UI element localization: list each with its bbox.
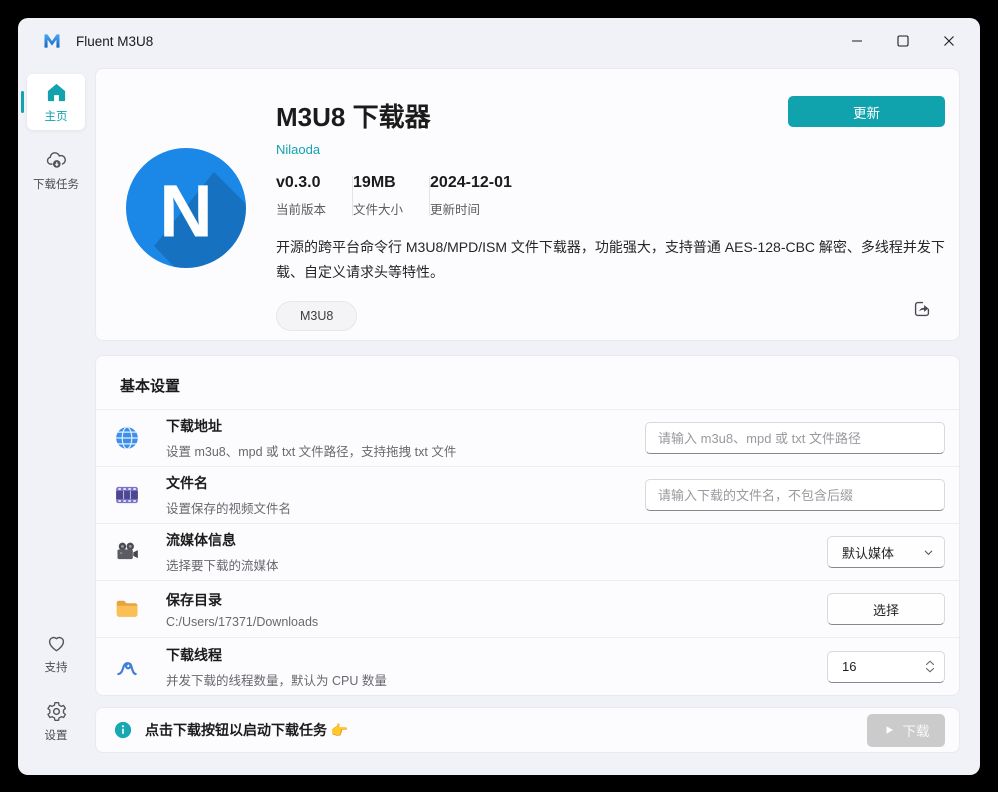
folder-icon	[114, 596, 140, 622]
setting-row-threads: 下载线程 并发下载的线程数量，默认为 CPU 数量	[96, 638, 959, 695]
chevron-up-icon[interactable]	[925, 660, 935, 666]
choose-directory-button[interactable]: 选择	[827, 593, 945, 625]
app-info-card: N 更新 M3U8 下载器 Nilaoda v0.3.0 当前版本 19MB 文…	[95, 68, 960, 341]
heart-icon	[45, 632, 68, 655]
stat-value: 2024-12-01	[430, 174, 512, 192]
setting-subtitle-path: C:/Users/17371/Downloads	[166, 615, 318, 629]
setting-subtitle: 设置 m3u8、mpd 或 txt 文件路径，支持拖拽 txt 文件	[166, 441, 456, 460]
stat-value: v0.3.0	[276, 174, 326, 192]
stat-label: 当前版本	[276, 199, 326, 218]
setting-control	[827, 651, 945, 683]
setting-row-filename: 文件名 设置保存的视频文件名	[96, 467, 959, 524]
setting-subtitle: 设置保存的视频文件名	[166, 498, 291, 517]
movie-camera-icon	[114, 539, 140, 565]
sidebar: 主页 下载任务 支持 设置	[18, 64, 94, 775]
footer-message: 点击下载按钮以启动下载任务 👉	[145, 720, 348, 740]
setting-row-download-url: 下载地址 设置 m3u8、mpd 或 txt 文件路径，支持拖拽 txt 文件	[96, 410, 959, 467]
cloud-download-icon	[45, 149, 68, 172]
window-controls	[834, 18, 972, 64]
n-logo-icon: N	[126, 148, 246, 268]
setting-text: 下载线程 并发下载的线程数量，默认为 CPU 数量	[166, 645, 387, 689]
share-icon[interactable]	[911, 298, 933, 320]
stat-updated: 2024-12-01 更新时间	[430, 174, 538, 218]
stat-label: 文件大小	[353, 199, 403, 218]
media-select[interactable]: 默认媒体	[827, 536, 945, 568]
chevron-down-icon	[923, 547, 934, 558]
setting-text: 下载地址 设置 m3u8、mpd 或 txt 文件路径，支持拖拽 txt 文件	[166, 416, 456, 460]
app-window: Fluent M3U8 主页 下载任务	[18, 18, 980, 775]
tag-m3u8[interactable]: M3U8	[276, 301, 357, 331]
sidebar-item-home[interactable]: 主页	[27, 74, 85, 130]
setting-text: 保存目录 C:/Users/17371/Downloads	[166, 590, 318, 629]
app-logo: N	[126, 148, 246, 268]
play-icon	[883, 724, 895, 736]
update-button[interactable]: 更新	[788, 96, 945, 127]
setting-subtitle: 并发下载的线程数量，默认为 CPU 数量	[166, 670, 387, 689]
sidebar-item-support[interactable]: 支持	[27, 625, 85, 681]
sidebar-item-label: 支持	[45, 659, 68, 675]
download-button[interactable]: 下载	[867, 714, 945, 747]
title-bar: Fluent M3U8	[18, 18, 980, 64]
home-icon	[45, 81, 68, 104]
footer-hint-card: 点击下载按钮以启动下载任务 👉 下载	[95, 707, 960, 753]
setting-control: 默认媒体	[827, 536, 945, 568]
setting-title: 流媒体信息	[166, 530, 279, 550]
threads-input[interactable]	[830, 659, 925, 674]
window-title: Fluent M3U8	[76, 34, 153, 49]
info-icon	[114, 721, 132, 739]
sidebar-item-label: 下载任务	[33, 176, 79, 192]
setting-control	[645, 422, 945, 454]
app-description: 开源的跨平台命令行 M3U8/MPD/ISM 文件下载器，功能强大，支持普通 A…	[276, 235, 948, 285]
section-title: 基本设置	[96, 356, 959, 410]
close-button[interactable]	[926, 24, 972, 58]
stepper-buttons[interactable]	[925, 660, 935, 673]
sidebar-item-download-tasks[interactable]: 下载任务	[27, 142, 85, 198]
author-link[interactable]: Nilaoda	[276, 142, 959, 157]
maximize-button[interactable]	[880, 24, 926, 58]
minimize-button[interactable]	[834, 24, 880, 58]
main-content: N 更新 M3U8 下载器 Nilaoda v0.3.0 当前版本 19MB 文…	[94, 64, 980, 775]
stat-label: 更新时间	[430, 199, 512, 218]
stat-version: v0.3.0 当前版本	[276, 174, 352, 218]
thread-icon	[114, 654, 140, 680]
setting-text: 文件名 设置保存的视频文件名	[166, 473, 291, 517]
chevron-down-icon[interactable]	[925, 667, 935, 673]
setting-row-stream-info: 流媒体信息 选择要下载的流媒体 默认媒体	[96, 524, 959, 581]
film-icon	[114, 482, 140, 508]
app-stats: v0.3.0 当前版本 19MB 文件大小 2024-12-01 更新时间	[276, 174, 959, 218]
setting-title: 下载地址	[166, 416, 456, 436]
sidebar-item-label: 主页	[45, 108, 68, 124]
setting-row-save-dir: 保存目录 C:/Users/17371/Downloads 选择	[96, 581, 959, 638]
setting-title: 保存目录	[166, 590, 318, 610]
setting-text: 流媒体信息 选择要下载的流媒体	[166, 530, 279, 574]
threads-stepper[interactable]	[827, 651, 945, 683]
setting-subtitle: 选择要下载的流媒体	[166, 555, 279, 574]
media-select-value: 默认媒体	[842, 543, 894, 562]
sidebar-item-settings[interactable]: 设置	[27, 693, 85, 749]
globe-icon	[114, 425, 140, 451]
setting-title: 下载线程	[166, 645, 387, 665]
stat-filesize: 19MB 文件大小	[353, 174, 429, 218]
basic-settings-card: 基本设置 下载地址 设置 m3u8、mpd 或 txt 文件路径，支持拖拽 tx…	[95, 355, 960, 696]
setting-control	[645, 479, 945, 511]
setting-control: 选择	[827, 593, 945, 625]
app-logo-icon	[42, 31, 62, 51]
svg-text:N: N	[159, 170, 212, 253]
gear-icon	[45, 700, 68, 723]
download-url-input[interactable]	[645, 422, 945, 454]
filename-input[interactable]	[645, 479, 945, 511]
setting-title: 文件名	[166, 473, 291, 493]
sidebar-item-label: 设置	[45, 727, 68, 743]
download-button-label: 下载	[903, 720, 930, 740]
stat-value: 19MB	[353, 174, 403, 192]
